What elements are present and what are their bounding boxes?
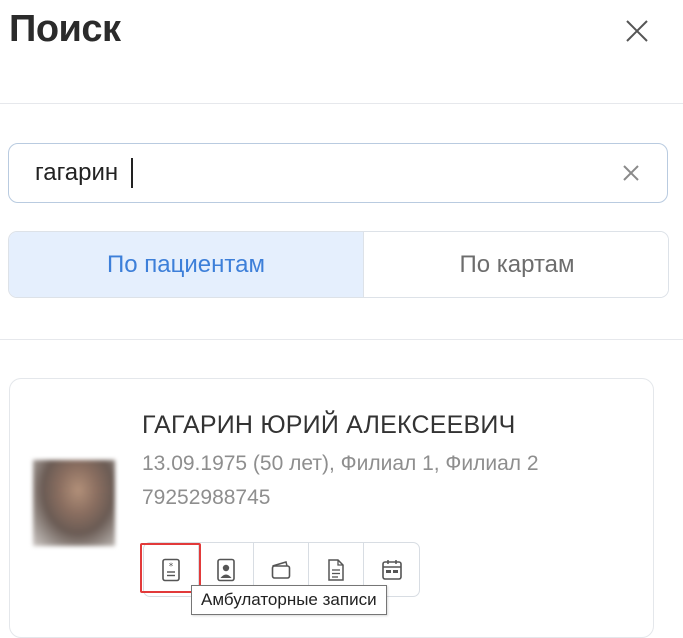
text-caret bbox=[131, 158, 133, 188]
wallet-icon bbox=[271, 560, 291, 579]
avatar bbox=[33, 460, 115, 546]
tab-by-cards[interactable]: По картам bbox=[363, 232, 668, 297]
search-input[interactable] bbox=[35, 158, 595, 188]
ambulatory-record-icon: * bbox=[162, 558, 180, 581]
section-divider bbox=[0, 339, 683, 340]
clear-icon bbox=[623, 165, 639, 181]
patient-card-icon bbox=[217, 558, 235, 581]
search-mode-tabs: По пациентам По картам bbox=[8, 231, 669, 298]
document-icon bbox=[328, 558, 344, 581]
patient-phone: 79252988745 bbox=[142, 486, 271, 509]
tooltip: Амбулаторные записи bbox=[191, 585, 387, 615]
search-field bbox=[8, 143, 668, 203]
tab-by-patients[interactable]: По пациентам bbox=[9, 232, 363, 297]
calendar-icon bbox=[381, 559, 402, 580]
svg-text:*: * bbox=[169, 562, 174, 572]
header-divider bbox=[0, 103, 683, 104]
close-button[interactable] bbox=[624, 18, 650, 44]
patient-name[interactable]: ГАГАРИН ЮРИЙ АЛЕКСЕЕВИЧ bbox=[142, 411, 515, 440]
clear-search-button[interactable] bbox=[620, 162, 642, 184]
page-title: Поиск bbox=[9, 8, 121, 50]
close-icon bbox=[626, 20, 648, 42]
patient-details: 13.09.1975 (50 лет), Филиал 1, Филиал 2 bbox=[142, 452, 539, 475]
